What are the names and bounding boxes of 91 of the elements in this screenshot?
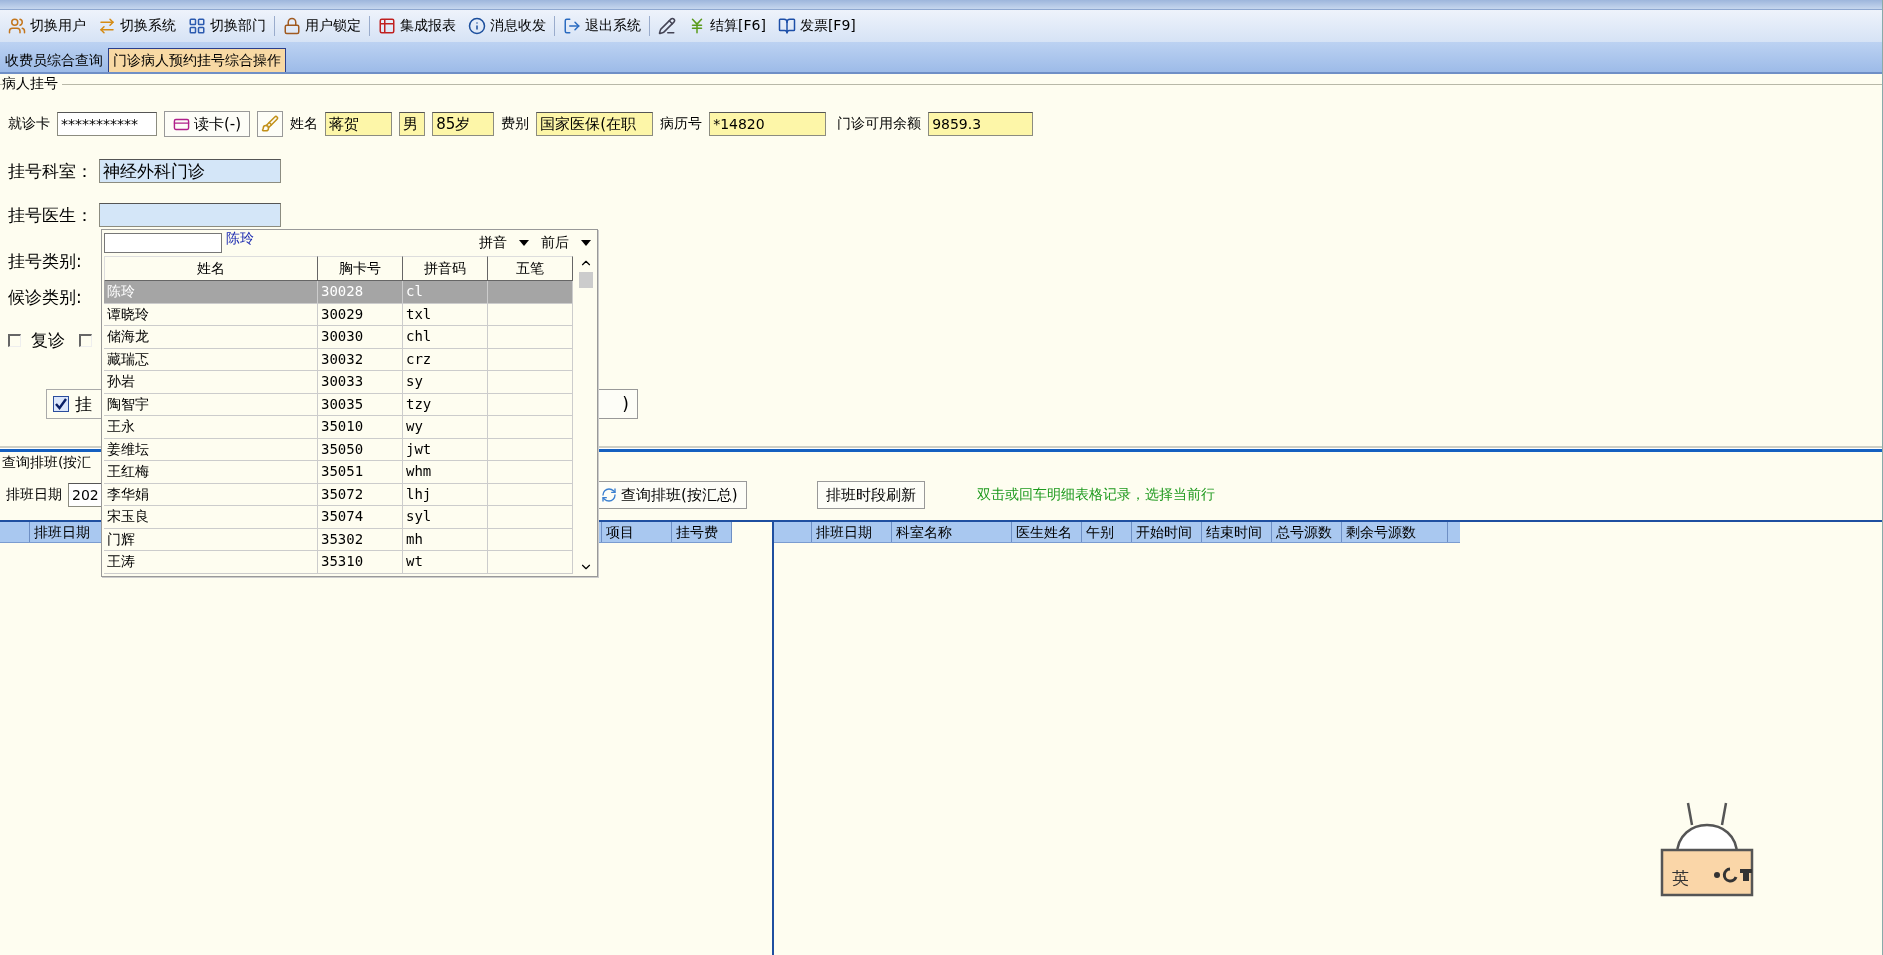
tab[interactable]: 收费员综合查询 (0, 48, 108, 72)
field-label: 费别 (501, 115, 530, 133)
name-field[interactable]: 蒋贺 (325, 112, 393, 136)
table-cell[interactable]: wt (403, 551, 488, 574)
toolbar-button[interactable]: 退出系统 (559, 15, 645, 37)
column-header: 开始时间 (1132, 522, 1202, 542)
column-header: 胸卡号 (318, 256, 403, 281)
fee-type-field[interactable]: 国家医保(在职 (536, 112, 654, 136)
department-field[interactable]: 神经外科门诊 (99, 159, 281, 183)
column-header: 姓名 (104, 256, 318, 281)
ime-label[interactable]: 英 (1672, 867, 1689, 890)
table-cell[interactable]: 35302 (318, 528, 403, 551)
table-cell[interactable]: chl (403, 326, 488, 349)
tab[interactable]: 门诊病人预约挂号综合操作 (108, 48, 286, 72)
sort-dropdown[interactable]: 前后 (537, 234, 595, 252)
table-cell[interactable]: sy (403, 371, 488, 394)
column-header: 挂号费 (672, 522, 732, 542)
table-cell[interactable]: crz (403, 348, 488, 371)
refresh-button[interactable]: 排班时段刷新 (816, 481, 925, 509)
balance-field[interactable]: 9859.3 (928, 112, 1034, 136)
table-cell[interactable]: 李华娟 (104, 483, 318, 506)
table-cell[interactable]: 30029 (318, 303, 403, 326)
field-label: 排班日期 (6, 486, 62, 504)
table-cell[interactable]: 35051 (318, 461, 403, 484)
table-cell[interactable]: 谭晓玲 (104, 303, 318, 326)
column-header: 项目 (602, 522, 672, 542)
toolbar-button[interactable]: 结算[F6] (684, 15, 770, 37)
checkbox-label: 复诊 (31, 328, 65, 352)
table-cell[interactable]: 王永 (104, 416, 318, 439)
table-cell[interactable]: 王红梅 (104, 461, 318, 484)
table-cell[interactable]: 35310 (318, 551, 403, 574)
table-cell[interactable]: 藏瑞忑 (104, 348, 318, 371)
table-cell[interactable]: 陶智宇 (104, 393, 318, 416)
sex-field[interactable]: 男 (399, 112, 426, 136)
table-cell[interactable]: whm (403, 461, 488, 484)
group-title: 病人挂号 (2, 75, 62, 93)
column-header: 五笔 (488, 256, 573, 281)
table-cell[interactable]: 30030 (318, 326, 403, 349)
column-header: 科室名称 (892, 522, 1012, 542)
table-cell[interactable]: 姜维坛 (104, 438, 318, 461)
field-label: 就诊卡 (8, 115, 50, 133)
field-label: 挂号类别: (8, 249, 82, 273)
field-label: 门诊可用余额 (837, 115, 922, 133)
table-cell[interactable]: 35074 (318, 506, 403, 529)
register-option[interactable]: 挂 (46, 389, 104, 419)
field-label: 病历号 (660, 115, 703, 133)
table-cell[interactable]: 35010 (318, 416, 403, 439)
table-cell[interactable]: 35072 (318, 483, 403, 506)
table-cell[interactable]: 储海龙 (104, 326, 318, 349)
column-header: 总号源数 (1272, 522, 1342, 542)
hidden-button[interactable]: ) (598, 389, 638, 419)
field-label: 挂号医生： (8, 203, 93, 227)
toolbar-button[interactable]: 集成报表 (374, 15, 460, 37)
toolbar-button[interactable]: 消息收发 (464, 15, 550, 37)
column-header: 拼音码 (403, 256, 488, 281)
column-header: 剩余号源数 (1342, 522, 1448, 542)
table-cell[interactable]: 30035 (318, 393, 403, 416)
table-cell[interactable]: wy (403, 416, 488, 439)
table-cell[interactable]: 孙岩 (104, 371, 318, 394)
table-cell[interactable]: 王涛 (104, 551, 318, 574)
card-field[interactable]: *********** (57, 112, 157, 136)
table-cell[interactable]: 35050 (318, 438, 403, 461)
hint-text: 双击或回车明细表格记录，选择当前行 (976, 486, 1215, 504)
toolbar-button[interactable]: 用户锁定 (279, 15, 365, 37)
table-cell[interactable]: syl (403, 506, 488, 529)
toolbar-button[interactable]: 切换用户 (4, 15, 90, 37)
field-label: 姓名 (290, 115, 319, 133)
age-field[interactable]: 85岁 (432, 112, 495, 136)
table-cell[interactable]: 30033 (318, 371, 403, 394)
toolbar-button[interactable]: 切换系统 (94, 15, 180, 37)
field-label: 挂号科室： (8, 159, 93, 183)
matched-name: 陈玲 (226, 230, 255, 248)
table-cell[interactable]: tzy (403, 393, 488, 416)
toolbar-button[interactable]: 发票[F9] (773, 15, 860, 37)
table-cell[interactable]: txl (403, 303, 488, 326)
table-cell[interactable]: 宋玉良 (104, 506, 318, 529)
sort-dropdown[interactable]: 拼音 (475, 234, 533, 252)
column-header: 医生姓名 (1012, 522, 1082, 542)
column-header: 排班日期 (812, 522, 892, 542)
checkbox-label: 挂 (75, 392, 92, 416)
read-card-button[interactable]: 读卡(-) (164, 111, 251, 137)
column-header: 结束时间 (1202, 522, 1272, 542)
column-header: 午别 (1082, 522, 1132, 542)
table-cell[interactable]: lhj (403, 483, 488, 506)
table-cell[interactable]: 30032 (318, 348, 403, 371)
record-number-field[interactable]: *14820 (709, 112, 827, 136)
toolbar-button[interactable]: 切换部门 (184, 15, 270, 37)
table-cell[interactable]: 门辉 (104, 528, 318, 551)
table-cell[interactable]: jwt (403, 438, 488, 461)
table-cell[interactable]: mh (403, 528, 488, 551)
field-label: 候诊类别: (8, 285, 82, 309)
